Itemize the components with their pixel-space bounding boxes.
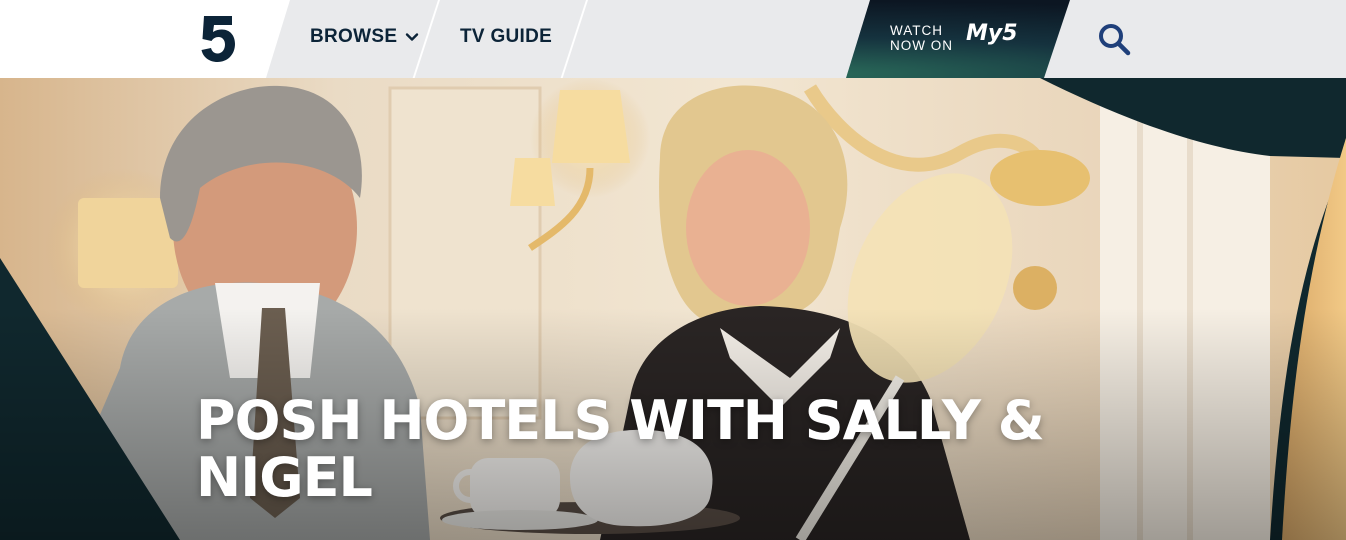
my5-logo-text: My5: [966, 21, 1018, 46]
hero-title-block: POSH HOTELS WITH SALLY & NIGEL: [196, 392, 1056, 506]
chevron-down-icon: [406, 33, 419, 41]
tv-guide-label: TV GUIDE: [460, 26, 553, 47]
watch-now-on-text: WATCH NOW ON: [890, 23, 953, 53]
show-title[interactable]: POSH HOTELS WITH SALLY & NIGEL: [196, 392, 1056, 506]
channel5-logo-icon[interactable]: [198, 14, 238, 64]
site-header: BROWSE TV GUIDE WATCH NOW ON My5: [0, 0, 1346, 78]
watch-line1: WATCH: [890, 23, 943, 38]
browse-menu[interactable]: BROWSE: [310, 26, 419, 48]
tv-guide-link[interactable]: TV GUIDE: [460, 26, 552, 48]
search-icon[interactable]: [1097, 22, 1131, 56]
watch-line2: NOW ON: [890, 38, 953, 53]
my5-logo-icon[interactable]: My5: [966, 19, 1028, 59]
hero-banner[interactable]: POSH HOTELS WITH SALLY & NIGEL: [0, 78, 1346, 540]
browse-label: BROWSE: [310, 26, 398, 47]
